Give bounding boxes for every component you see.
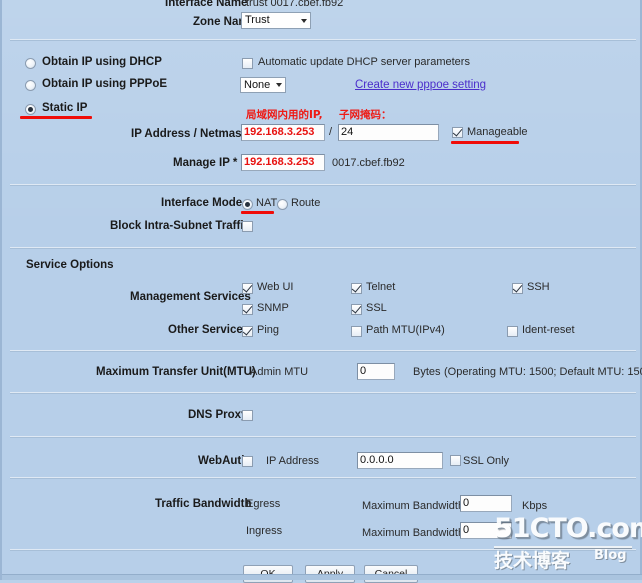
obtain-ip-dhcp-label: Obtain IP using DHCP <box>42 56 162 68</box>
ip-netmask-label: IP Address / Netmask <box>131 128 248 140</box>
interface-mode-route-label: Route <box>291 197 321 209</box>
ingress-label: Ingress <box>246 525 283 537</box>
divider-1 <box>10 39 636 41</box>
webauth-ip-address-label: IP Address <box>266 455 319 467</box>
checkbox-ssl[interactable] <box>351 304 362 315</box>
pppoe-profile-value: None <box>244 79 271 91</box>
interface-mode-label: Interface Mode <box>161 197 243 209</box>
checkbox-ident-reset[interactable] <box>507 326 518 337</box>
watermark-tagline: 技术博客 <box>494 550 571 572</box>
radio-interface-mode-route[interactable] <box>277 199 288 210</box>
chevron-down-icon <box>276 83 282 87</box>
radio-static-ip[interactable] <box>25 104 36 115</box>
radio-obtain-ip-pppoe[interactable] <box>25 80 36 91</box>
mtu-note: (Operating MTU: 1500; Default MTU: 1500) <box>444 366 642 378</box>
divider-2 <box>10 184 636 186</box>
slash-separator: / <box>329 126 333 138</box>
radio-obtain-ip-dhcp[interactable] <box>25 58 36 69</box>
checkbox-ssh[interactable] <box>512 283 523 294</box>
interface-name-row: Interface Name trust 0017.cbef.fb92 <box>2 0 642 9</box>
admin-mtu-label: Admin MTU <box>250 366 309 378</box>
pppoe-profile-select[interactable]: None <box>240 77 286 93</box>
checkbox-ssl-only[interactable] <box>450 455 461 466</box>
ssh-label: SSH <box>527 281 550 293</box>
egress-max-bandwidth-label: Maximum Bandwidth <box>362 500 465 512</box>
checkbox-telnet[interactable] <box>351 283 362 294</box>
window-bottom-strip <box>2 574 642 580</box>
annotation-subnet-mask: 子网掩码： <box>339 109 392 121</box>
watermark-site: 51CTO.com <box>494 513 642 544</box>
divider-4 <box>10 350 636 352</box>
traffic-bandwidth-label: Traffic Bandwidth <box>155 498 252 510</box>
webauth-ip-address-input[interactable]: 0.0.0.0 <box>357 452 443 469</box>
web-ui-label: Web UI <box>257 281 294 293</box>
ssl-label: SSL <box>366 302 387 314</box>
divider-7 <box>10 477 636 479</box>
interface-name-label: Interface Name <box>165 0 248 9</box>
auto-update-dhcp-label: Automatic update DHCP server parameters <box>258 56 470 68</box>
block-intra-subnet-label: Block Intra-Subnet Traffic <box>110 220 250 232</box>
radio-interface-mode-nat[interactable] <box>242 199 253 210</box>
service-options-title: Service Options <box>26 259 114 271</box>
egress-label: Egress <box>246 498 281 510</box>
ssl-only-label: SSL Only <box>463 455 510 467</box>
interface-name-value: trust 0017.cbef.fb92 <box>246 0 344 9</box>
manageable-label: Manageable <box>467 126 528 138</box>
ingress-max-bandwidth-label: Maximum Bandwidth <box>362 527 465 539</box>
annotation-lan-ip: 局域网内用的IP, <box>246 109 323 121</box>
checkbox-ping[interactable] <box>242 326 253 337</box>
manage-ip-input[interactable]: 192.168.3.253 <box>241 154 325 171</box>
annotation-underline-manageable <box>451 141 519 144</box>
egress-units-label: Kbps <box>522 500 548 512</box>
egress-max-bandwidth-input[interactable]: 0 <box>460 495 512 512</box>
divider-5 <box>10 392 636 394</box>
manage-ip-label: Manage IP * <box>173 157 238 169</box>
checkbox-auto-update-dhcp[interactable] <box>242 58 253 69</box>
netmask-input[interactable]: 24 <box>338 124 439 141</box>
checkbox-manageable[interactable] <box>452 127 463 138</box>
manage-ip-mac-value: 0017.cbef.fb92 <box>332 157 405 169</box>
chevron-down-icon <box>301 18 307 23</box>
divider-3 <box>10 247 636 249</box>
snmp-label: SNMP <box>257 302 289 314</box>
divider-6 <box>10 436 636 438</box>
other-services-label: Other Services <box>168 324 250 336</box>
checkbox-block-intra-subnet[interactable] <box>242 221 253 232</box>
management-services-label: Management Services <box>130 291 251 303</box>
ping-label: Ping <box>257 324 280 336</box>
ip-address-input[interactable]: 192.168.3.253 <box>241 124 325 141</box>
checkbox-web-ui[interactable] <box>242 283 253 294</box>
dns-proxy-label: DNS Proxy <box>188 409 248 421</box>
annotation-underline-nat <box>241 211 274 214</box>
static-ip-label: Static IP <box>42 102 88 114</box>
webauth-label: WebAuth <box>198 455 249 467</box>
annotation-underline-static-ip <box>20 116 92 119</box>
divider-8 <box>10 549 636 551</box>
watermark-rule <box>494 546 632 548</box>
zone-name-value: Trust <box>245 14 270 26</box>
obtain-ip-pppoe-label: Obtain IP using PPPoE <box>42 78 168 90</box>
create-new-pppoe-link[interactable]: Create new pppoe setting <box>355 79 486 91</box>
admin-mtu-input[interactable]: 0 <box>357 363 395 380</box>
ingress-max-bandwidth-input[interactable]: 0 <box>460 522 512 539</box>
mtu-units-label: Bytes <box>413 366 441 378</box>
checkbox-path-mtu-ipv4[interactable] <box>351 326 362 337</box>
telnet-label: Telnet <box>366 281 396 293</box>
ident-reset-label: Ident-reset <box>522 324 575 336</box>
checkbox-snmp[interactable] <box>242 304 253 315</box>
checkbox-webauth[interactable] <box>242 456 253 467</box>
interface-mode-nat-label: NAT <box>256 197 278 209</box>
zone-name-select[interactable]: Trust <box>241 12 311 29</box>
path-mtu-ipv4-label: Path MTU(IPv4) <box>366 324 445 336</box>
checkbox-dns-proxy[interactable] <box>242 410 253 421</box>
mtu-label: Maximum Transfer Unit(MTU) <box>96 366 256 378</box>
interface-config-page: Interface Name trust 0017.cbef.fb92 Zone… <box>0 0 642 583</box>
